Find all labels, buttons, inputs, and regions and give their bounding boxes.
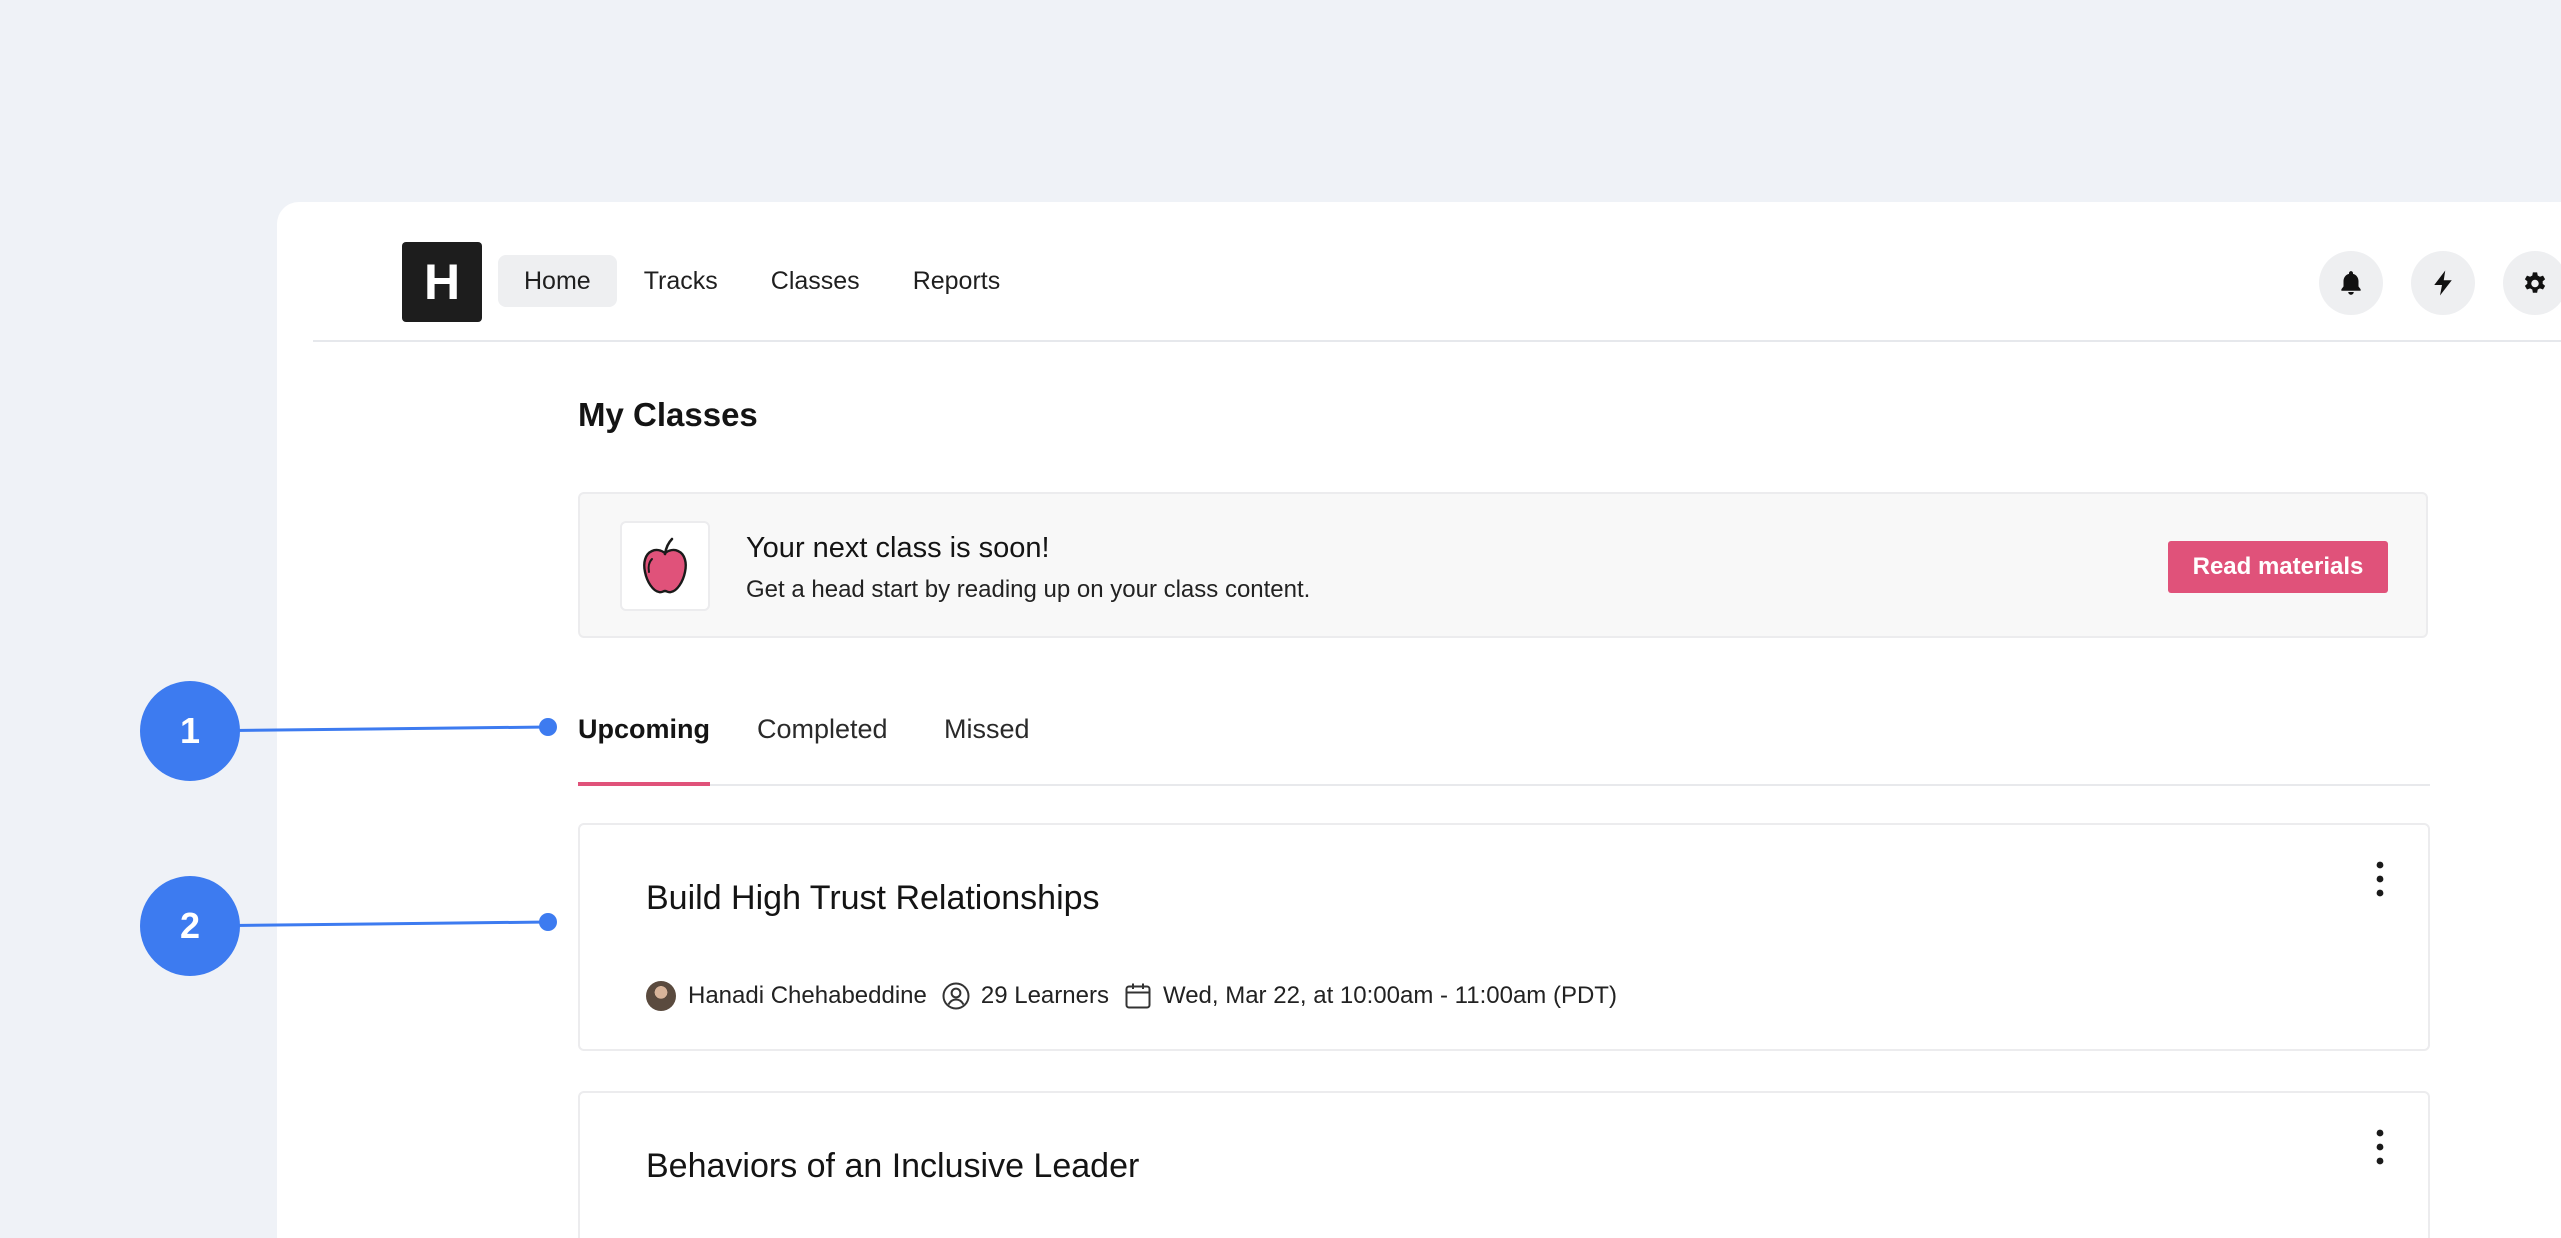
more-vertical-icon (2376, 861, 2384, 897)
read-materials-button[interactable]: Read materials (2168, 541, 2388, 593)
instructor-name: Hanadi Chehabeddine (688, 982, 927, 1009)
gear-icon (2524, 272, 2546, 293)
instructor-avatar (646, 981, 676, 1011)
app-window: H Home Tracks Classes Reports My Classes… (277, 202, 2561, 1238)
class-status-tabs: Upcoming Completed Missed (578, 696, 2430, 786)
nav-link-home[interactable]: Home (498, 255, 617, 307)
nav-icon-group (2319, 251, 2561, 315)
banner-title: Your next class is soon! (746, 532, 1050, 564)
class-schedule: Wed, Mar 22, at 10:00am - 11:00am (PDT) (1162, 982, 1617, 1009)
tab-missed[interactable]: Missed (944, 714, 1030, 784)
nav-link-classes[interactable]: Classes (745, 255, 886, 307)
top-navbar: H Home Tracks Classes Reports (313, 202, 2561, 342)
lightning-icon (2434, 270, 2452, 296)
tab-upcoming[interactable]: Upcoming (578, 714, 710, 786)
quick-actions-button[interactable] (2411, 251, 2475, 315)
annotation-marker-2: 2 (140, 876, 240, 976)
next-class-banner: Your next class is soon! Get a head star… (578, 492, 2428, 638)
nav-link-reports[interactable]: Reports (887, 255, 1027, 307)
nav-links: Home Tracks Classes Reports (498, 255, 1027, 307)
annotation-marker-1: 1 (140, 681, 240, 781)
bell-icon (2341, 271, 2361, 295)
class-options-button[interactable] (2370, 859, 2390, 899)
class-card[interactable]: Behaviors of an Inclusive Leader (578, 1091, 2430, 1238)
user-circle-icon (942, 982, 970, 1010)
more-vertical-icon (2376, 1129, 2384, 1165)
class-title[interactable]: Behaviors of an Inclusive Leader (646, 1147, 1139, 1186)
app-logo[interactable]: H (402, 242, 482, 322)
class-title[interactable]: Build High Trust Relationships (646, 879, 1100, 918)
settings-button[interactable] (2503, 251, 2561, 315)
class-options-button[interactable] (2370, 1127, 2390, 1167)
notifications-button[interactable] (2319, 251, 2383, 315)
learner-count: 29 Learners (980, 982, 1109, 1009)
calendar-icon (1125, 983, 1151, 1009)
banner-icon-container (620, 521, 710, 611)
class-meta: Hanadi Chehabeddine 29 Learners Wed, Mar… (646, 981, 1617, 1011)
tab-completed[interactable]: Completed (757, 714, 888, 784)
page-title: My Classes (578, 396, 758, 433)
banner-subtitle: Get a head start by reading up on your c… (746, 576, 1311, 603)
apple-icon (643, 537, 687, 594)
nav-link-tracks[interactable]: Tracks (618, 255, 744, 307)
class-card[interactable]: Build High Trust Relationships Hanadi Ch… (578, 823, 2430, 1051)
